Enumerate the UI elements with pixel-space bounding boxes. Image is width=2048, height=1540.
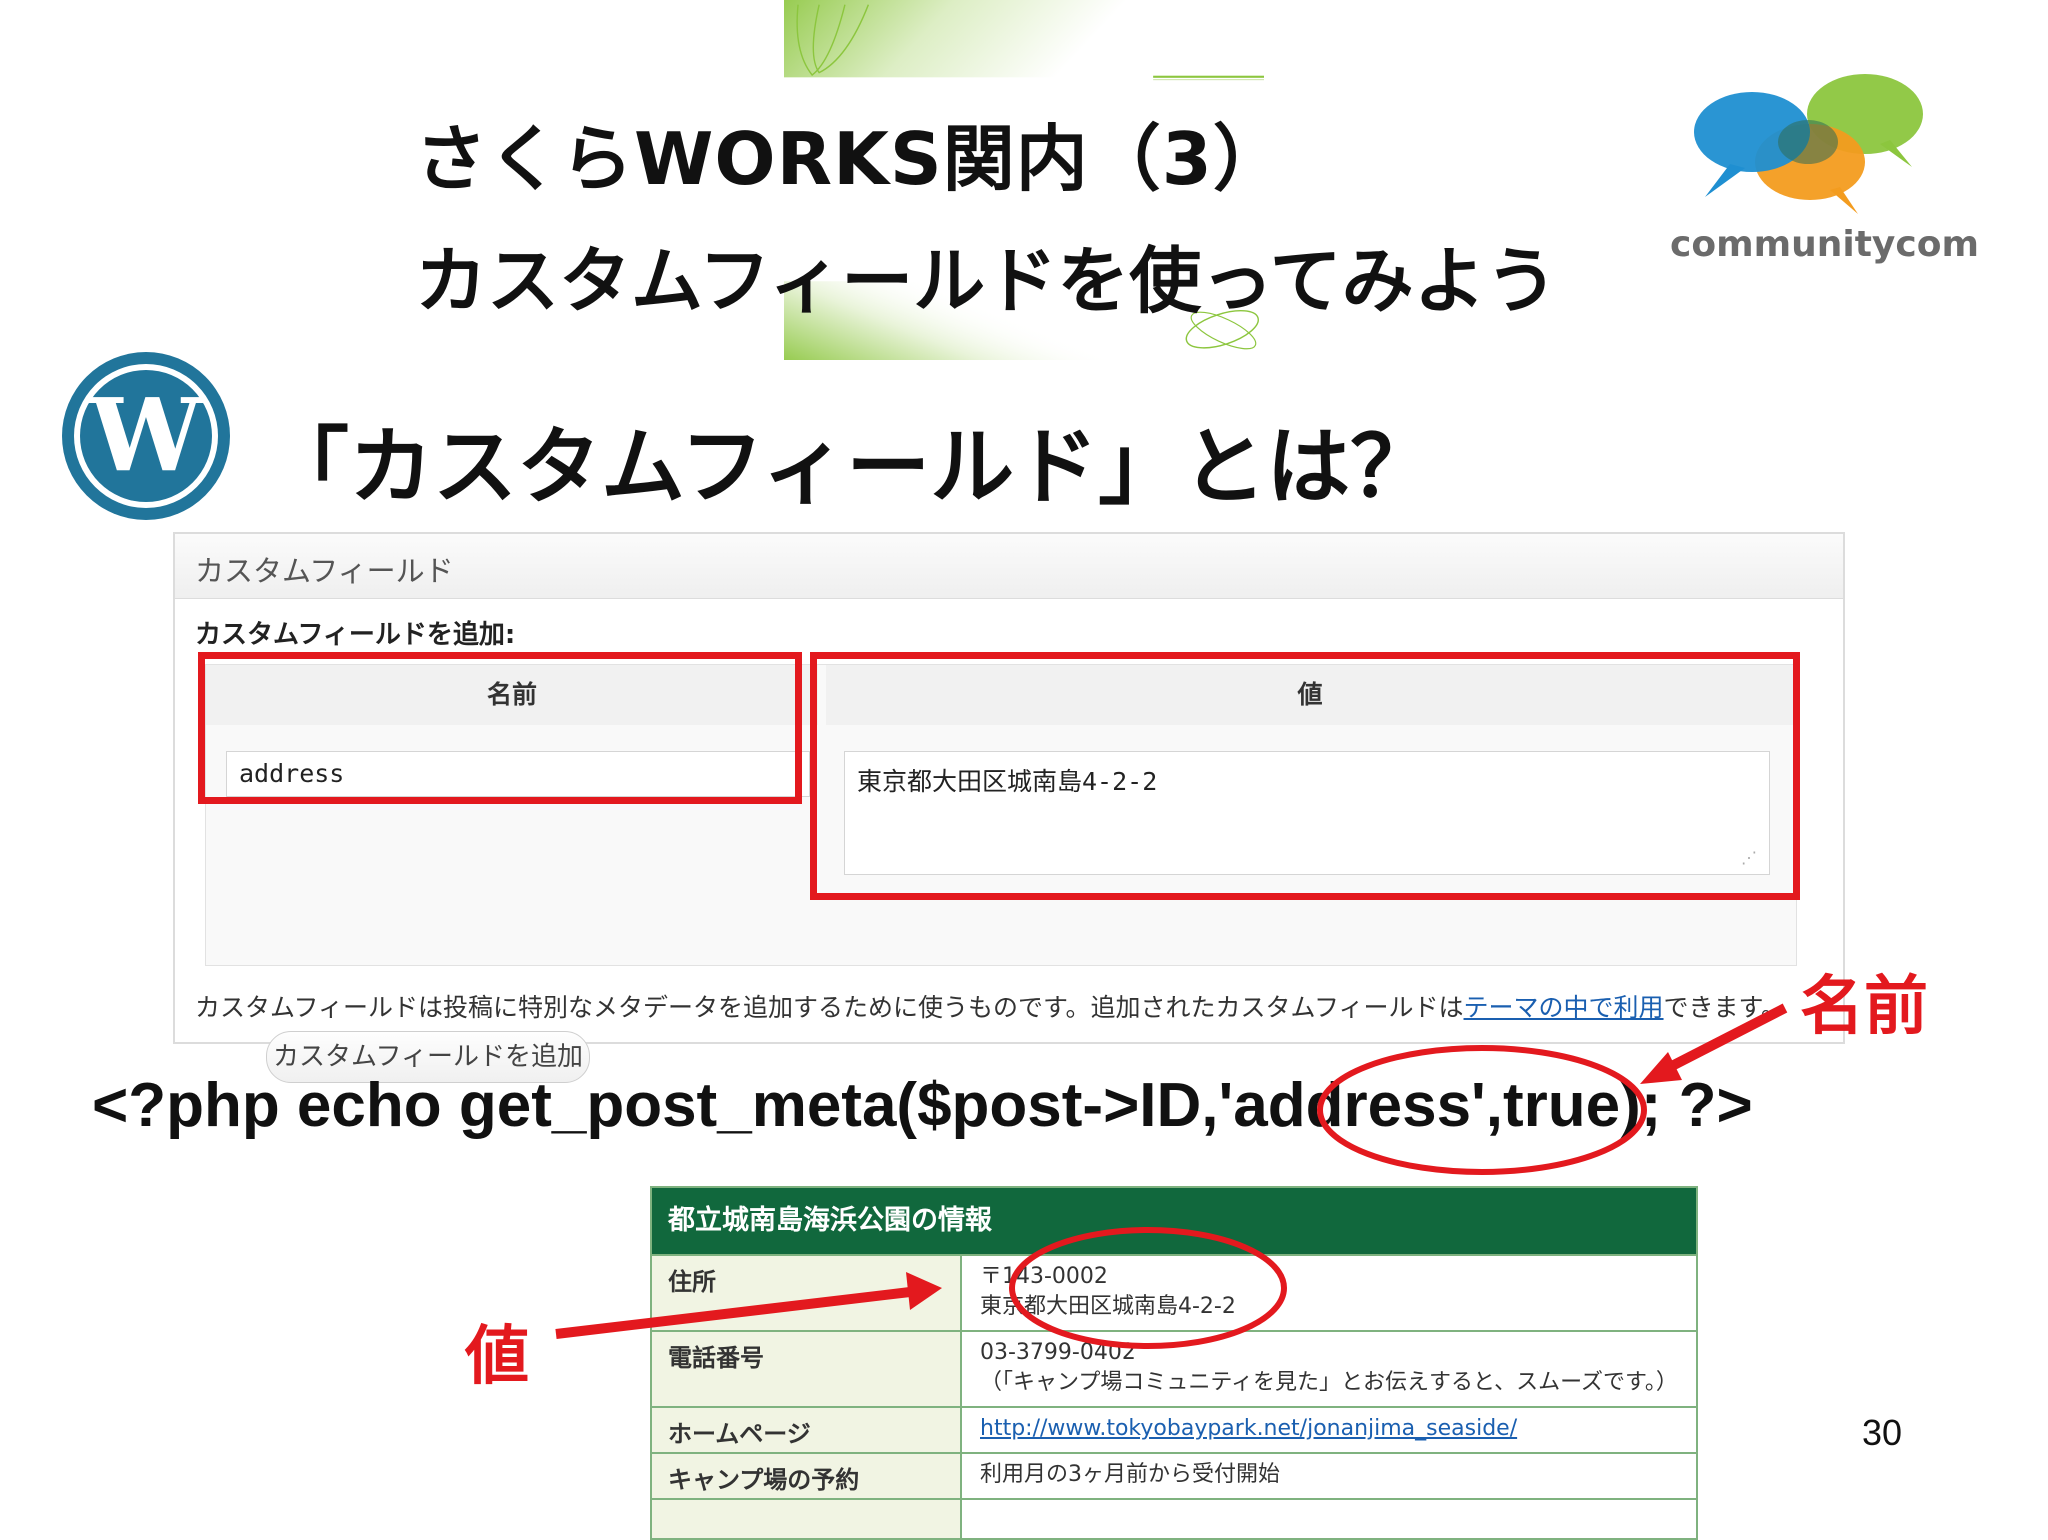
name-arrowhead-icon [1640, 1052, 1682, 1084]
code-highlight-ellipse [1317, 1045, 1647, 1175]
value-arrow-icon [555, 1287, 911, 1339]
address-highlight-ellipse [1009, 1227, 1287, 1349]
annotation-overlay [555, 1003, 1788, 1349]
value-arrowhead-icon [906, 1272, 942, 1310]
name-arrow-icon [1665, 1003, 1788, 1073]
page-number: 30 [1862, 1412, 1903, 1453]
